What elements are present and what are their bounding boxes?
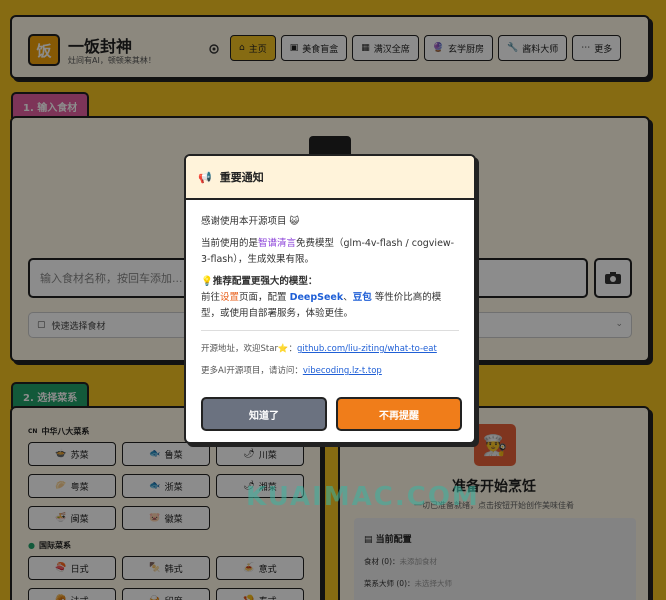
github-link[interactable]: github.com/liu-ziting/what-to-eat: [297, 344, 437, 354]
modal-more: 更多AI开源项目，请访问：vibecoding.lz-t.top: [201, 366, 382, 376]
modal-divider: [201, 330, 459, 331]
cat-icon: 😺: [289, 216, 300, 227]
modal-opensource: 开源地址，欢迎Star⭐：github.com/liu-ziting/what-…: [201, 344, 437, 354]
got-it-button[interactable]: 知道了: [201, 397, 327, 431]
modal-body: 感谢使用本开源项目 😺 当前使用的是智谱清言免费模型（glm-4v-flash …: [186, 200, 474, 379]
modal-title: 重要通知: [219, 171, 264, 184]
settings-link[interactable]: 设置: [220, 292, 239, 303]
notice-modal: 📢 重要通知 感谢使用本开源项目 😺 当前使用的是智谱清言免费模型（glm-4v…: [184, 154, 476, 444]
lightbulb-icon: 💡: [201, 276, 213, 287]
watermark: KUAIMAC.COM: [246, 482, 480, 512]
modal-recommend: 💡推荐配置更强大的模型： 前往设置页面，配置 DeepSeek、豆包 等性价比高…: [201, 276, 442, 319]
modal-thanks: 感谢使用本开源项目 😺: [201, 216, 300, 227]
modal-model-note: 当前使用的是智谱清言免费模型（glm-4v-flash / cogview-3-…: [201, 238, 455, 265]
dont-remind-button[interactable]: 不再提醒: [336, 397, 462, 431]
vibecoding-link[interactable]: vibecoding.lz-t.top: [303, 366, 382, 376]
megaphone-icon: 📢: [198, 170, 212, 184]
modal-header: 📢 重要通知: [186, 156, 474, 200]
